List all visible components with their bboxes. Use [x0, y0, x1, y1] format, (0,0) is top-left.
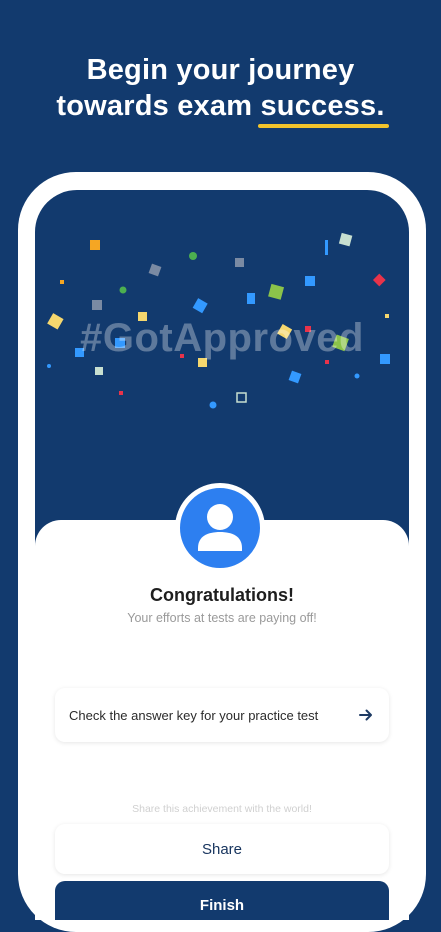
congratulations-title: Congratulations!	[150, 585, 294, 605]
arrow-right-icon	[359, 709, 372, 721]
headline-highlight-text: success.	[260, 90, 385, 122]
headline-highlight: success.	[258, 88, 389, 128]
headline-line-1: Begin your journey	[86, 54, 355, 86]
headline: Begin your journey towards exam success.	[0, 52, 441, 128]
share-button[interactable]: Share	[55, 824, 389, 874]
phone-screen: #GotApproved Congratulations! Your effor…	[35, 190, 409, 920]
headline-line-2-prefix: towards exam	[56, 90, 261, 122]
answer-key-link[interactable]: Check the answer key for your practice t…	[55, 688, 389, 742]
hashtag-text: #GotApproved	[80, 316, 364, 360]
answer-key-label: Check the answer key for your practice t…	[69, 707, 319, 723]
user-icon	[198, 504, 242, 551]
headline-line-2: towards exam success.	[0, 88, 441, 128]
avatar	[175, 483, 265, 573]
share-hint: Share this achievement with the world!	[132, 803, 312, 815]
finish-button[interactable]: Finish	[55, 881, 389, 920]
congratulations-subtitle: Your efforts at tests are paying off!	[127, 611, 317, 625]
highlight-underline	[258, 124, 389, 128]
